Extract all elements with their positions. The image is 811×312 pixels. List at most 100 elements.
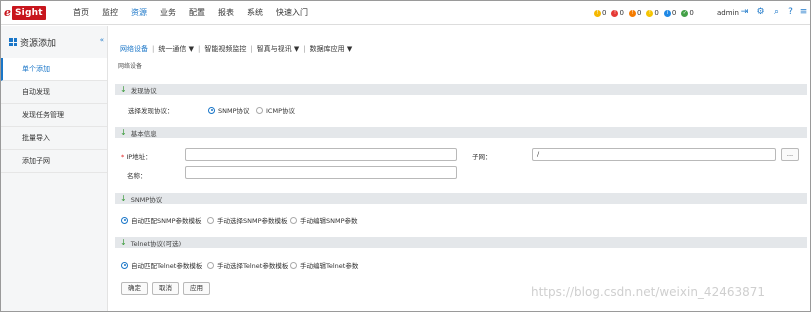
tab-separator: | (250, 45, 253, 53)
subnet-label: 子网： (472, 153, 492, 161)
nav-monitor[interactable]: 监控 (102, 1, 118, 25)
user-name[interactable]: admin (717, 1, 739, 25)
ok-button[interactable]: 确定 (121, 282, 148, 295)
sidebar-title: 资源添加 « (1, 26, 107, 58)
radio-icmp[interactable]: ICMP协议 (256, 105, 295, 115)
alarm-status-bar: ! 0 ! 0 ! 0 ! 0 i0 ✓ 0 (594, 1, 699, 25)
sidebar-item-task-manage[interactable]: 发现任务管理 (1, 104, 107, 127)
alarm-critical[interactable]: ! 0 (611, 9, 624, 17)
alarm-count: 0 (689, 9, 694, 17)
menu-icon[interactable]: ≡ (798, 7, 809, 18)
tab-video-surveillance[interactable]: 智能视频监控 (204, 44, 246, 54)
alarm-count: 0 (602, 9, 607, 17)
radio-snmp-manual-select[interactable]: 手动选择SNMP参数模板 (207, 215, 288, 225)
radio-telnet-auto[interactable]: 自动匹配Telnet参数模板 (121, 260, 202, 270)
sidebar-title-label: 资源添加 (20, 38, 57, 49)
section-discovery-header[interactable]: ↓ 发现协议 (115, 84, 807, 95)
alarm-warning[interactable]: ! 0 (594, 9, 606, 17)
ok-icon: ✓ (681, 9, 689, 17)
radio-label: 自动匹配SNMP参数模板 (131, 217, 202, 225)
nav-config[interactable]: 配置 (189, 1, 205, 25)
radio-snmp-manual-edit[interactable]: 手动编辑SNMP参数 (290, 215, 358, 225)
section-snmp-header[interactable]: ↓ SNMP协议 (115, 193, 807, 204)
tab-unified-comm[interactable]: 统一通信 ▼ (158, 44, 194, 54)
info-icon: i (663, 9, 671, 17)
radio-icon (256, 106, 263, 114)
tab-separator: | (303, 45, 306, 53)
radio-icon (290, 216, 297, 224)
radio-label: 手动选择Telnet参数模板 (217, 262, 289, 270)
apply-button[interactable]: 应用 (183, 282, 210, 295)
radio-label: 自动匹配Telnet参数模板 (131, 262, 203, 270)
esight-logo: e Sight (4, 3, 46, 22)
sidebar-item-batch-import[interactable]: 批量导入 (1, 127, 107, 150)
name-label: 名称： (127, 172, 147, 180)
cancel-button[interactable]: 取消 (152, 282, 179, 295)
section-telnet-header[interactable]: ↓ Telnet协议(可选) (115, 237, 807, 248)
chevron-down-icon: ↓ (120, 237, 127, 247)
radio-snmp-auto[interactable]: 自动匹配SNMP参数模板 (121, 215, 202, 225)
category-tabs: 网络设备 | 统一通信 ▼ | 智能视频监控 | 智真与视讯 ▼ | 数据库应用… (120, 44, 352, 54)
nav-resources[interactable]: 资源 (131, 1, 147, 25)
nav-home[interactable]: 首页 (73, 1, 89, 25)
alarm-count: 0 (636, 9, 642, 17)
grid-icon (9, 38, 17, 46)
discovery-protocol-label: 选择发现协议： (128, 107, 174, 115)
logo-letter: e (4, 6, 11, 19)
subnet-browse-button[interactable]: ... (781, 148, 799, 161)
ip-address-input[interactable] (185, 148, 457, 161)
chevron-down-icon: ↓ (120, 193, 127, 203)
logo-text: Sight (12, 5, 46, 20)
sidebar: 资源添加 « 单个添加 自动发现 发现任务管理 批量导入 添加子网 (1, 26, 108, 311)
name-input[interactable] (185, 166, 457, 179)
radio-label: ICMP协议 (266, 107, 295, 115)
sidebar-item-single-add[interactable]: 单个添加 (1, 58, 107, 81)
tab-separator: | (152, 45, 155, 53)
radio-selected-icon (121, 261, 128, 269)
sidebar-item-auto-discover[interactable]: 自动发现 (1, 81, 107, 104)
alarm-major[interactable]: ! 0 (628, 9, 642, 17)
warning-bell-icon: ! (594, 9, 601, 17)
minor-icon: ! (646, 9, 654, 17)
alarm-info[interactable]: i0 (663, 9, 677, 17)
top-bar: e Sight 首页 监控 资源 业务 配置 报表 系统 快速入门 ! 0 ! 0 !… (1, 1, 810, 25)
chevron-down-icon: ↓ (120, 127, 127, 137)
tab-network-device[interactable]: 网络设备 (120, 44, 148, 54)
alarm-ok[interactable]: ✓ 0 (681, 9, 694, 17)
help-icon[interactable]: ? (785, 7, 796, 18)
radio-icon (207, 216, 214, 224)
logout-icon[interactable]: ⇥ (739, 7, 750, 18)
alarm-minor[interactable]: ! 0 (646, 9, 659, 17)
critical-icon: ! (611, 9, 619, 17)
radio-snmp[interactable]: SNMP协议 (208, 105, 250, 115)
collapse-icon[interactable]: « (100, 36, 104, 44)
radio-label: 手动编辑SNMP参数 (300, 217, 358, 225)
radio-label: 手动编辑Telnet参数 (300, 262, 359, 270)
settings-icon[interactable]: ⚙ (755, 7, 766, 18)
watermark-text: https://blog.csdn.net/weixin_42463871 (531, 285, 766, 299)
alarm-count: 0 (619, 9, 624, 17)
sidebar-item-add-subnet[interactable]: 添加子网 (1, 150, 107, 173)
main-nav: 首页 监控 资源 业务 配置 报表 系统 快速入门 (73, 1, 321, 25)
radio-selected-icon (208, 106, 215, 114)
nav-quickstart[interactable]: 快速入门 (276, 1, 308, 25)
subnet-input[interactable]: / (532, 148, 776, 161)
nav-system[interactable]: 系统 (247, 1, 263, 25)
major-icon: ! (628, 9, 636, 17)
section-title: Telnet协议(可选) (130, 239, 182, 248)
alarm-count: 0 (671, 9, 677, 17)
radio-label: SNMP协议 (218, 107, 250, 115)
ip-label-text: IP地址： (126, 153, 152, 161)
radio-telnet-manual-edit[interactable]: 手动编辑Telnet参数 (290, 260, 358, 270)
search-icon[interactable]: ⌕ (771, 7, 782, 18)
radio-label: 手动选择SNMP参数模板 (217, 217, 288, 225)
ip-label: * IP地址： (121, 151, 152, 161)
nav-business[interactable]: 业务 (160, 1, 176, 25)
radio-telnet-manual-select[interactable]: 手动选择Telnet参数模板 (207, 260, 288, 270)
tab-database-app[interactable]: 数据库应用 ▼ (310, 44, 353, 54)
section-title: SNMP协议 (130, 195, 163, 204)
section-basic-header[interactable]: ↓ 基本信息 (115, 127, 807, 138)
nav-reports[interactable]: 报表 (218, 1, 234, 25)
breadcrumb: 网络设备 (118, 63, 143, 70)
tab-telepresence[interactable]: 智真与视讯 ▼ (257, 44, 300, 54)
